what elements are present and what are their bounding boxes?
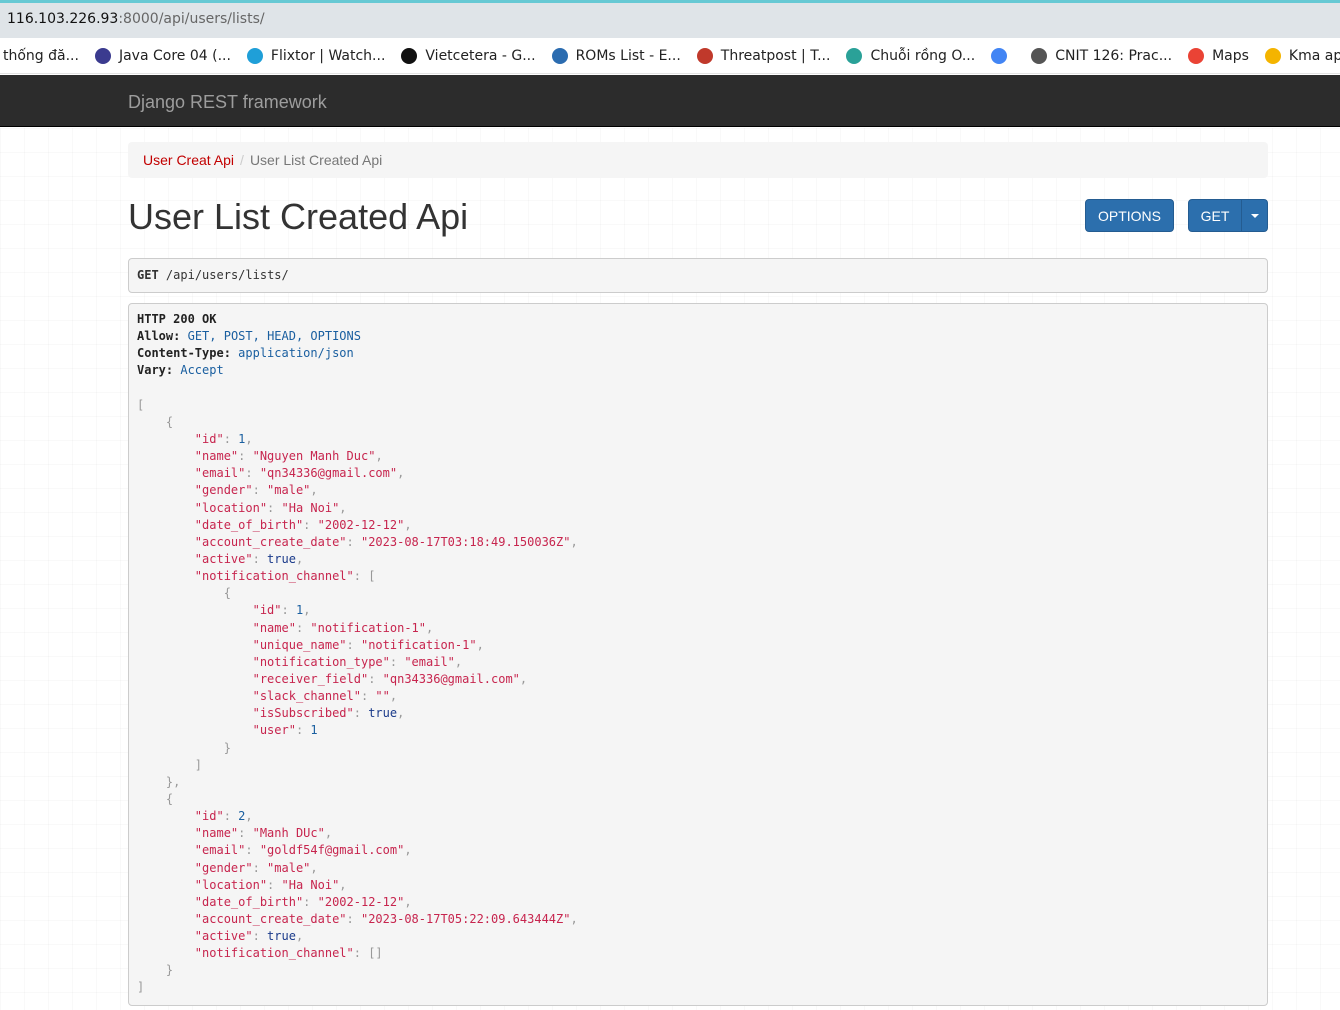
bookmark-item[interactable]: Kma app c [1264, 47, 1340, 64]
get-format-dropdown-button[interactable] [1241, 199, 1268, 232]
caret-down-icon [1250, 213, 1259, 218]
json-field: "active": true, [194, 929, 304, 944]
bookmark-label: Java Core 04 (... [118, 47, 231, 64]
json-field: "email": "goldf54f@gmail.com", [194, 843, 412, 858]
firebase-icon [1264, 47, 1281, 64]
json-object-close: } [223, 740, 231, 755]
bookmark-label: Vietcetera - G... [425, 47, 536, 64]
json-field: "unique_name": "notification-1", [252, 637, 484, 652]
json-object-open: { [223, 586, 231, 601]
breadcrumb: User Creat Api / User List Created Api [128, 142, 1268, 178]
response-line: [ [137, 397, 145, 412]
response-line: ] [137, 980, 145, 995]
response-header: Content-Type: application/json [137, 346, 354, 361]
json-field: "date_of_birth": "2002-12-12", [194, 517, 412, 532]
page-title: User List Created Api [128, 196, 469, 237]
bookmark-label: thống đă... [3, 47, 79, 64]
bookmark-item[interactable]: CNIT 126: Prac... [1031, 47, 1173, 64]
maps-pin-icon [1188, 47, 1205, 64]
json-object-close: } [165, 963, 174, 978]
bookmark-label: Threatpost | T... [720, 47, 831, 64]
json-field: "notification_type": "email", [252, 654, 463, 669]
breadcrumb-current: User List Created Api [249, 152, 383, 168]
bookmark-item[interactable] [991, 47, 1015, 64]
json-field: "receiver_field": "qn34336@gmail.com", [252, 671, 528, 686]
url-path: :8000/api/users/lists/ [118, 11, 265, 27]
browser-url-bar[interactable]: 116.103.226.93:8000/api/users/lists/ [0, 0, 1340, 38]
bookmark-item[interactable]: Flixtor | Watch... [246, 47, 386, 64]
wave-icon [846, 47, 863, 64]
bookmark-item[interactable]: Vietcetera - G... [401, 47, 536, 64]
json-object-open: { [165, 414, 174, 429]
json-field: "isSubscribed": true, [252, 706, 405, 721]
response-status: HTTP 200 OK [137, 312, 217, 326]
bookmark-label: Flixtor | Watch... [270, 47, 386, 64]
json-field: "gender": "male", [194, 483, 318, 498]
json-field: "notification_channel": [] [194, 946, 383, 961]
json-field: "date_of_birth": "2002-12-12", [194, 894, 412, 909]
bookmark-item[interactable]: Maps [1188, 47, 1249, 64]
request-method: GET [137, 268, 159, 282]
json-field: "gender": "male", [194, 860, 318, 875]
json-field: "email": "qn34336@gmail.com", [194, 466, 405, 481]
bookmark-label: ROMs List - E... [575, 47, 681, 64]
v-icon [401, 47, 418, 64]
c-icon [551, 47, 568, 64]
bookmark-label: Chuỗi rồng O... [870, 47, 976, 64]
json-field: "slack_channel": "", [252, 689, 398, 704]
bookmark-item[interactable]: Java Core 04 (... [94, 47, 231, 64]
flixtor-icon [246, 47, 263, 64]
bookmark-item[interactable]: ROMs List - E... [551, 47, 681, 64]
json-array-close: ] [194, 757, 203, 772]
url-host: 116.103.226.93 [7, 11, 119, 27]
bookmark-item[interactable]: Threatpost | T... [696, 47, 831, 64]
penguin-icon [1031, 47, 1048, 64]
response-header: Vary: Accept [137, 363, 224, 378]
bookmark-label: Kma app c [1288, 47, 1340, 64]
tp-icon [696, 47, 713, 64]
json-object-close: }, [165, 774, 181, 789]
json-field: "account_create_date": "2023-08-17T03:18… [194, 534, 578, 549]
google-icon [991, 47, 1008, 64]
json-object-open: { [165, 791, 174, 806]
json-field: "active": true, [194, 551, 304, 566]
bookmarks-bar: thống đă... Java Core 04 (... Flixtor | Wa… [0, 38, 1340, 74]
response-info: HTTP 200 OK Allow: GET, POST, HEAD, OPTIO… [128, 303, 1268, 1006]
url-text[interactable]: 116.103.226.93:8000/api/users/lists/ [7, 11, 265, 27]
get-button[interactable]: GET [1188, 199, 1242, 232]
json-field: "name": "Manh DUc", [194, 826, 333, 841]
json-field: "notification_channel": [ [194, 569, 376, 584]
request-info: GET /api/users/lists/ [128, 258, 1268, 293]
json-field: "id": 1, [252, 603, 311, 618]
options-button[interactable]: OPTIONS [1085, 199, 1174, 232]
json-field: "name": "notification-1", [252, 620, 434, 635]
json-field: "location": "Ha Noi", [194, 877, 347, 892]
request-path: /api/users/lists/ [165, 268, 289, 282]
bookmark-label: CNIT 126: Prac... [1055, 47, 1173, 64]
response-header: Allow: GET, POST, HEAD, OPTIONS [137, 329, 361, 344]
json-field: "account_create_date": "2023-08-17T05:22… [194, 911, 578, 926]
breadcrumb-link-parent[interactable]: User Creat Api [143, 152, 234, 168]
s-icon [94, 47, 111, 64]
json-field: "user": 1 [252, 723, 318, 738]
navbar-brand[interactable]: Django REST framework [128, 92, 327, 113]
json-field: "id": 2, [194, 809, 253, 824]
breadcrumb-separator: / [240, 152, 244, 168]
top-navbar: Django REST framework [0, 75, 1340, 127]
json-field: "name": "Nguyen Manh Duc", [194, 449, 383, 464]
json-field: "location": "Ha Noi", [194, 500, 347, 515]
bookmark-item[interactable]: thống đă... [3, 48, 79, 64]
bookmark-item[interactable]: Chuỗi rồng O... [846, 47, 976, 64]
bookmark-label: Maps [1212, 47, 1249, 64]
json-field: "id": 1, [194, 431, 253, 446]
